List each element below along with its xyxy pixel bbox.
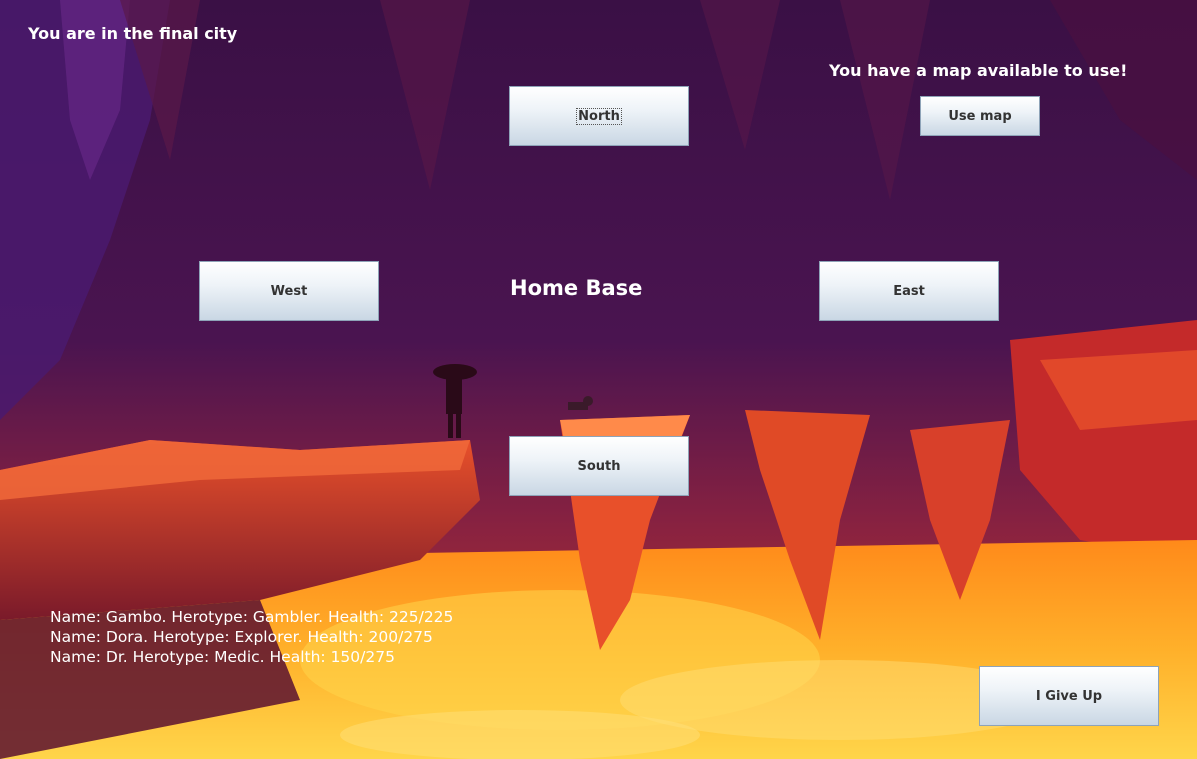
east-button-label: East — [893, 283, 925, 299]
use-map-button-label: Use map — [948, 108, 1012, 124]
north-button[interactable]: North — [509, 86, 689, 146]
south-button-label: South — [577, 458, 621, 474]
east-button[interactable]: East — [819, 261, 999, 321]
use-map-button[interactable]: Use map — [920, 96, 1040, 136]
give-up-button[interactable]: I Give Up — [979, 666, 1159, 726]
party-member-status: Name: Gambo. Herotype: Gambler. Health: … — [50, 608, 454, 626]
give-up-button-label: I Give Up — [1035, 688, 1103, 704]
party-member-status: Name: Dr. Herotype: Medic. Health: 150/2… — [50, 648, 395, 666]
map-available-message: You have a map available to use! — [829, 61, 1128, 80]
current-area-label: Home Base — [510, 276, 643, 300]
west-button[interactable]: West — [199, 261, 379, 321]
party-status-list: Name: Gambo. Herotype: Gambler. Health: … — [50, 607, 453, 667]
west-button-label: West — [270, 283, 308, 299]
party-member-status: Name: Dora. Herotype: Explorer. Health: … — [50, 628, 433, 646]
north-button-label: North — [576, 107, 622, 125]
location-title: You are in the final city — [28, 24, 238, 43]
south-button[interactable]: South — [509, 436, 689, 496]
